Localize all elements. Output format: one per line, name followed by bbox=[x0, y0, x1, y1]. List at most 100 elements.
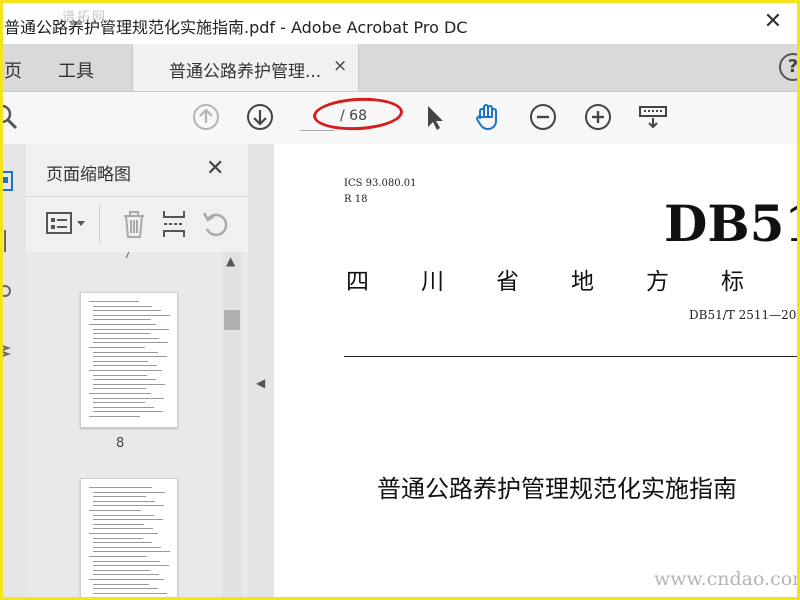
doc-province-char: 四 bbox=[346, 269, 369, 295]
zoom-out-icon[interactable] bbox=[528, 102, 558, 132]
thumbnail-text-line bbox=[93, 537, 143, 539]
thumbnail-text-line bbox=[93, 569, 150, 571]
tab-tools[interactable]: 工具 bbox=[58, 57, 94, 83]
doc-ics-code: ICS 93.080.01 bbox=[344, 178, 417, 189]
hand-tool-icon[interactable] bbox=[473, 102, 503, 132]
doc-title: 普通公路养护管理规范化实施指南 bbox=[377, 475, 737, 503]
thumbnail-text-line bbox=[93, 360, 148, 362]
delete-page-icon[interactable] bbox=[121, 209, 147, 243]
extract-page-icon[interactable] bbox=[161, 209, 187, 243]
thumbnail-text-line bbox=[93, 588, 158, 590]
doc-province-char: 方 bbox=[646, 269, 669, 295]
page-thumbnails-icon[interactable] bbox=[0, 170, 14, 196]
thumbnails-scrollbar[interactable]: ▲ bbox=[222, 252, 242, 600]
tab-home[interactable]: 主页 bbox=[0, 57, 22, 83]
thumbnail-text-line bbox=[93, 351, 158, 353]
thumbnail-text-line bbox=[93, 565, 169, 567]
thumbnail-text-line bbox=[89, 579, 164, 580]
next-page-icon[interactable] bbox=[245, 102, 275, 132]
prev-page-icon[interactable] bbox=[191, 102, 221, 132]
thumbnail-page-number: 8 bbox=[116, 436, 125, 451]
thumbnail-text-line bbox=[89, 416, 140, 417]
thumbnails-pane-title: 页面缩略图 bbox=[46, 165, 131, 185]
thumbnails-pane-close-button[interactable]: ✕ bbox=[206, 156, 224, 181]
thumbnail-text-line bbox=[93, 402, 145, 404]
attachments-icon[interactable] bbox=[0, 282, 12, 304]
document-view[interactable]: ICS 93.080.01 R 18 DB51 四 川 省 地 方 标 准 DB… bbox=[274, 144, 800, 600]
title-bar: 普通公路养护管理规范化实施指南.pdf - Adobe Acrobat Pro … bbox=[0, 0, 800, 44]
pane-collapse-strip[interactable]: ◀ bbox=[248, 144, 274, 600]
thumbnail-text-line bbox=[93, 411, 163, 413]
thumbnail-text-line bbox=[93, 583, 149, 585]
thumbnail-text-line bbox=[93, 310, 161, 312]
thumbnail-text-line bbox=[93, 379, 156, 381]
thumbnail-text-line bbox=[93, 542, 152, 544]
thumbnail-text-line bbox=[89, 324, 156, 325]
collapse-left-arrow-icon[interactable]: ◀ bbox=[256, 376, 265, 390]
thumbnail-text-line bbox=[93, 342, 168, 344]
thumbnail-text-line bbox=[93, 333, 150, 335]
thumbnail-text-line bbox=[93, 560, 160, 562]
tab-document-label: 普通公路养护管理... bbox=[169, 62, 322, 82]
thumbnail-text-line bbox=[89, 556, 147, 557]
scroll-up-arrow-icon[interactable]: ▲ bbox=[226, 254, 235, 268]
doc-r-code: R 18 bbox=[344, 194, 368, 205]
thumbnails-scroll-area[interactable]: 7 8 ▲ bbox=[26, 252, 248, 600]
thumbnail-text-line bbox=[93, 365, 157, 367]
tab-bar: 主页 工具 普通公路养护管理... × ? bbox=[0, 44, 800, 92]
thumbnail-text-line bbox=[93, 523, 144, 525]
thumbnail-text-line bbox=[93, 505, 164, 507]
thumbnail-text-line bbox=[89, 370, 162, 371]
thumbnail-text-line bbox=[93, 519, 163, 521]
watermark-bottom: www.cndao.com bbox=[654, 568, 800, 590]
thumbnail-text-line bbox=[93, 305, 152, 307]
left-nav-rail bbox=[0, 144, 27, 600]
thumbnail-text-line bbox=[93, 319, 151, 321]
thumbnail-text-line bbox=[93, 356, 167, 358]
thumbnails-toolbar bbox=[26, 196, 248, 254]
thumbnail-text-line bbox=[93, 546, 161, 548]
zoom-in-icon[interactable] bbox=[583, 102, 613, 132]
thumbnail-page-8[interactable] bbox=[80, 292, 178, 428]
thumbnail-text-line bbox=[89, 533, 158, 534]
doc-province-char: 省 bbox=[496, 269, 519, 295]
help-button[interactable]: ? bbox=[779, 53, 800, 81]
thumbnail-text-line bbox=[93, 397, 164, 399]
thumbnail-text-line bbox=[93, 491, 165, 493]
thumbnail-text-line bbox=[93, 500, 155, 502]
thumbnail-text-line bbox=[93, 406, 154, 408]
keyboard-more-icon[interactable] bbox=[638, 102, 668, 132]
toolbar-divider bbox=[99, 205, 100, 243]
thumbnail-text-line bbox=[93, 383, 165, 385]
tab-document[interactable]: 普通公路养护管理... × bbox=[132, 44, 359, 91]
layers-icon[interactable] bbox=[0, 342, 12, 364]
doc-province-char: 地 bbox=[571, 269, 594, 295]
thumbnail-text-line bbox=[93, 592, 167, 594]
thumbnail-page-9[interactable] bbox=[80, 478, 178, 600]
doc-standard-number: DB51/T 2511—2018 bbox=[689, 308, 800, 322]
select-cursor-icon[interactable] bbox=[420, 102, 450, 132]
window-close-button[interactable]: ✕ bbox=[758, 8, 788, 36]
thumbnail-text-line bbox=[89, 393, 151, 394]
toolbar: / 68 bbox=[0, 92, 800, 145]
watermark-top: 谱拓网 bbox=[62, 10, 108, 25]
doc-province-char: 标 bbox=[721, 269, 744, 295]
tab-document-close-button[interactable]: × bbox=[333, 56, 347, 76]
thumbnail-text-line bbox=[89, 510, 141, 511]
thumbnail-text-line bbox=[93, 328, 169, 330]
thumbnail-text-line bbox=[93, 374, 147, 376]
scrollbar-thumb[interactable] bbox=[224, 310, 240, 330]
thumbnail-text-line bbox=[89, 347, 145, 348]
doc-standard-code: DB51 bbox=[664, 194, 800, 253]
rotate-page-icon[interactable] bbox=[202, 209, 230, 243]
thumbnail-text-line bbox=[93, 528, 153, 530]
thumbnail-text-line bbox=[93, 337, 159, 339]
thumbnail-text-line bbox=[93, 551, 170, 553]
bookmarks-icon[interactable] bbox=[0, 230, 10, 256]
thumbnail-text-line bbox=[93, 514, 154, 516]
search-icon[interactable] bbox=[0, 102, 20, 132]
thumbnail-options-icon[interactable] bbox=[46, 211, 90, 241]
thumbnail-text-line bbox=[93, 496, 146, 498]
thumbnail-text-line bbox=[93, 574, 159, 576]
doc-province-char: 准 bbox=[796, 262, 800, 296]
